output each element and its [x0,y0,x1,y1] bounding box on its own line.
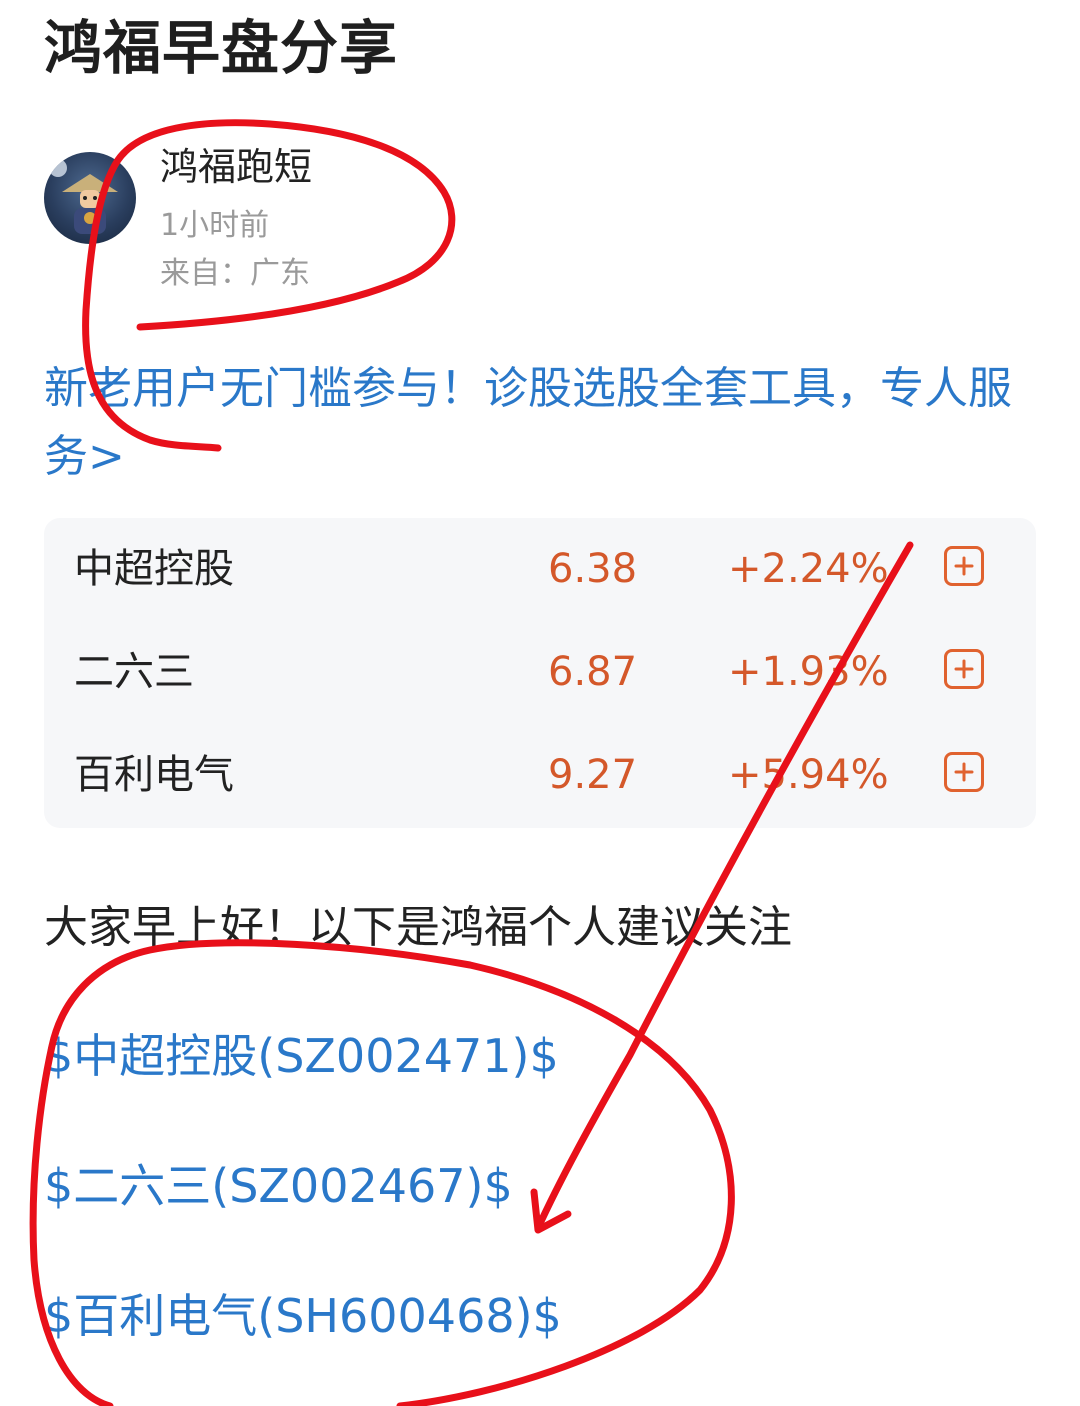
stock-price: 9.27 [548,752,638,798]
post-body-greeting: 大家早上好！以下是鸿福个人建议关注 [44,902,792,953]
author-block: 鸿福跑短 1小时前 来自：广东 [44,142,644,312]
stock-name: 二六三 [74,649,194,695]
post-title: 鸿福早盘分享 [44,14,399,82]
stock-price: 6.87 [548,649,638,695]
add-watchlist-button[interactable] [944,649,984,689]
stock-tag-link[interactable]: $中超控股(SZ002471)$ [44,1026,559,1086]
plus-icon [954,659,974,679]
promo-link[interactable]: 新老用户无门槛参与！诊股选股全套工具，专人服务> [44,355,1034,491]
stock-tag-link[interactable]: $二六三(SZ002467)$ [44,1156,513,1216]
add-watchlist-button[interactable] [944,546,984,586]
author-name[interactable]: 鸿福跑短 [160,142,312,192]
stock-change: +1.93% [728,649,889,695]
stock-row[interactable]: 百利电气 9.27 +5.94% [44,724,1036,824]
plus-icon [954,762,974,782]
stock-name: 百利电气 [74,752,234,798]
add-watchlist-button[interactable] [944,752,984,792]
post-location: 来自：广东 [160,256,310,291]
stock-card: 中超控股 6.38 +2.24% 二六三 6.87 +1.93% 百利电气 9.… [44,518,1036,828]
stock-change: +5.94% [728,752,889,798]
stock-name: 中超控股 [74,546,234,592]
plus-icon [954,556,974,576]
post-time: 1小时前 [160,208,270,243]
stock-row[interactable]: 二六三 6.87 +1.93% [44,621,1036,721]
stock-tag-link[interactable]: $百利电气(SH600468)$ [44,1286,562,1346]
avatar-image [49,159,118,234]
annotation-arrowhead [530,1188,572,1234]
stock-change: +2.24% [728,546,889,592]
stock-price: 6.38 [548,546,638,592]
avatar[interactable] [44,152,136,244]
stock-row[interactable]: 中超控股 6.38 +2.24% [44,518,1036,618]
